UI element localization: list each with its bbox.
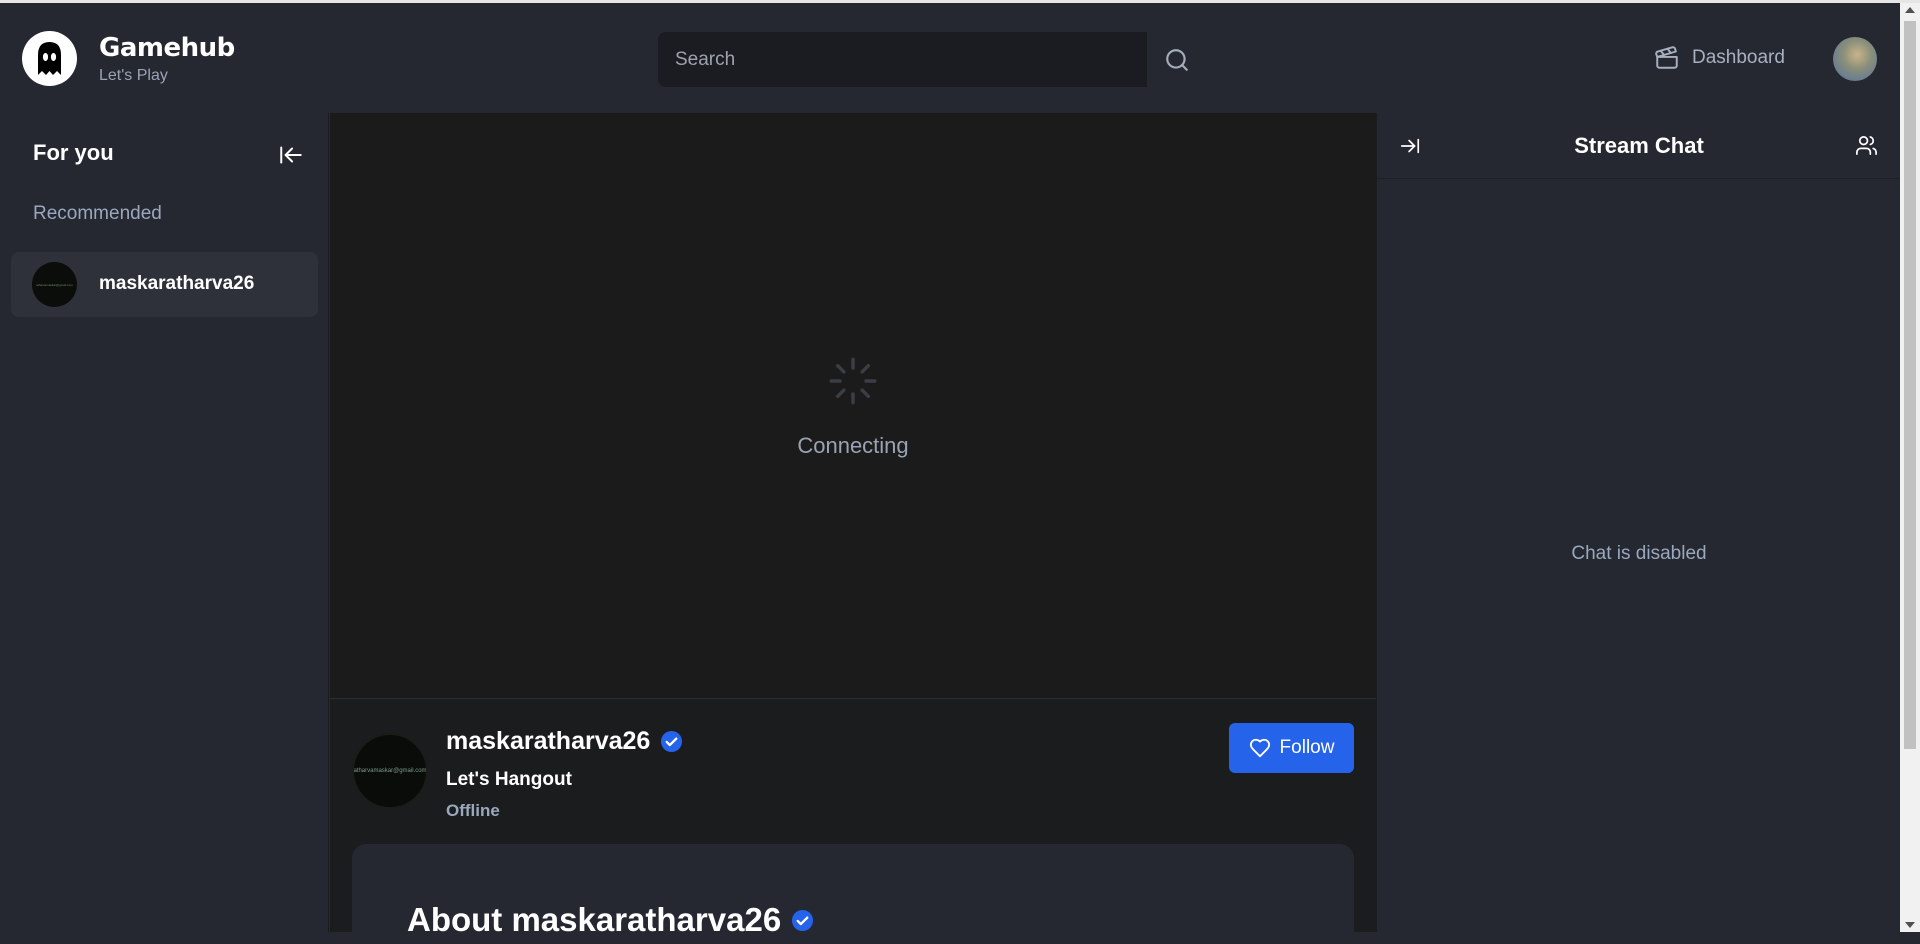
recommended-label: Recommended	[33, 203, 162, 224]
about-card: About maskaratharva26	[352, 844, 1354, 944]
scroll-up-icon[interactable]	[1905, 7, 1915, 13]
about-title-text: About maskaratharva26	[407, 901, 782, 938]
streamer-username: maskaratharva26	[446, 727, 651, 755]
follow-button[interactable]: Follow	[1229, 723, 1354, 773]
collapse-left-icon	[280, 146, 302, 164]
streamer-name: maskaratharva26	[446, 727, 683, 756]
scrollbar-thumb[interactable]	[1904, 21, 1916, 749]
player-status-text: Connecting	[797, 433, 909, 458]
search-button[interactable]	[1147, 32, 1207, 87]
sidebar-heading: For you	[33, 140, 114, 165]
search-field[interactable]	[658, 32, 1147, 87]
dashboard-label: Dashboard	[1692, 47, 1785, 68]
clapperboard-icon	[1655, 46, 1678, 69]
user-avatar[interactable]	[1833, 37, 1877, 81]
video-player[interactable]: Connecting	[330, 113, 1376, 699]
sidebar-item-label: maskaratharva26	[99, 273, 255, 294]
stream-chat-panel: Stream Chat Chat is disabled	[1376, 113, 1901, 932]
chat-disabled-text: Chat is disabled	[1571, 543, 1707, 564]
stream-main: Connecting atharvamaskar@gmail.com maska…	[330, 113, 1376, 944]
streamer-avatar[interactable]: atharvamaskar@gmail.com	[352, 733, 428, 809]
about-title: About maskaratharva26	[407, 901, 814, 939]
follow-label: Follow	[1279, 737, 1335, 758]
status-badge: Offline	[446, 801, 500, 820]
chat-header: Stream Chat	[1377, 113, 1901, 179]
scroll-down-icon[interactable]	[1905, 922, 1915, 928]
heart-icon	[1249, 738, 1270, 758]
search-icon	[1166, 48, 1188, 71]
top-navbar: Gamehub Let's Play Dashboard	[0, 3, 1900, 113]
sidebar: For you Recommended atharvamaskar@gmail.…	[0, 113, 329, 932]
search-input[interactable]	[658, 32, 1147, 87]
verified-icon	[792, 909, 814, 931]
avatar: atharvamaskar@gmail.com	[32, 262, 77, 307]
brand-subtitle: Let's Play	[99, 67, 168, 84]
stream-title: Let's Hangout	[446, 769, 572, 790]
chat-title: Stream Chat	[1574, 133, 1704, 158]
users-icon	[1856, 136, 1877, 155]
community-button[interactable]	[1855, 134, 1878, 157]
verified-icon	[661, 730, 683, 753]
brand-title[interactable]: Gamehub	[99, 33, 235, 63]
ghost-logo-icon[interactable]	[22, 31, 77, 86]
spinner-icon	[829, 357, 877, 405]
page-scrollbar[interactable]	[1900, 3, 1920, 932]
sidebar-item-maskaratharva26[interactable]: atharvamaskar@gmail.com maskaratharva26	[11, 252, 318, 317]
collapse-sidebar-button[interactable]	[278, 142, 304, 168]
dashboard-link[interactable]: Dashboard	[1654, 45, 1785, 71]
